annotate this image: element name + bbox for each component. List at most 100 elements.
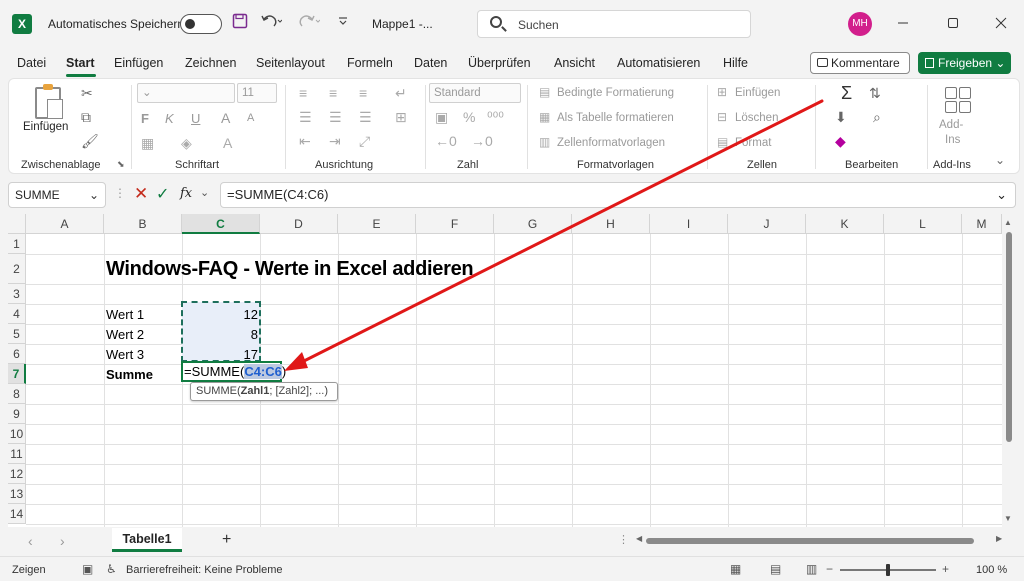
italic-button[interactable]: K [165,111,174,126]
percent-icon[interactable]: % [463,109,475,125]
accessibility-icon[interactable]: ♿ [106,562,117,576]
column-header[interactable]: H [572,214,650,234]
row-header[interactable]: 9 [8,404,26,424]
column-header[interactable]: D [260,214,338,234]
underline-button[interactable]: U [191,111,200,126]
add-ins-label-2[interactable]: Ins [945,134,960,146]
name-box[interactable]: SUMME ⌄ [8,182,106,208]
column-header[interactable]: C [182,214,260,234]
tab-einfuegen[interactable]: Einfügen [114,56,163,70]
borders-icon[interactable]: ▦ [141,135,154,152]
paste-icon[interactable] [35,84,63,119]
sort-filter-icon[interactable]: ⇅ [869,85,881,102]
share-button[interactable]: Freigeben ⌄ [918,52,1011,74]
format-cells-button[interactable]: Format [735,137,771,149]
maximize-icon[interactable] [941,12,965,36]
collapse-ribbon-icon[interactable]: ⌄ [995,153,1005,167]
tab-datei[interactable]: Datei [17,56,46,70]
zoom-in-icon[interactable]: + [942,562,949,576]
conditional-formatting-button[interactable]: Bedingte Formatierung [557,87,674,99]
font-family-dropdown[interactable]: ⌄ [137,83,235,103]
insert-function-icon[interactable]: fx [180,186,192,201]
comments-button[interactable]: Kommentare [810,52,910,74]
cell-c7-editor[interactable]: =SUMME(C4:C6) [184,364,286,379]
zoom-out-icon[interactable]: − [826,562,833,576]
fill-color-icon[interactable]: ◈ [181,135,192,152]
bold-button[interactable]: F [141,111,149,126]
scroll-right-icon[interactable]: ▶ [996,534,1002,543]
tab-split-icon[interactable]: ⋮ [618,533,629,546]
sheet-title-cell[interactable]: Windows-FAQ - Werte in Excel addieren [106,258,474,281]
customize-quick-access-icon[interactable] [338,13,348,34]
column-header[interactable]: F [416,214,494,234]
horizontal-scrollbar[interactable]: ◀ ▶ [636,534,1006,546]
row-header[interactable]: 10 [8,424,26,444]
column-header[interactable]: J [728,214,806,234]
row-header[interactable]: 6 [8,344,26,364]
orientation-icon[interactable]: ⤢ [359,133,370,150]
decrease-decimal-icon[interactable]: →0 [471,133,493,149]
column-header[interactable]: G [494,214,572,234]
sheet-tab-tabelle1[interactable]: Tabelle1 [112,528,182,552]
scroll-left-icon[interactable]: ◀ [636,534,642,543]
redo-icon[interactable] [298,13,321,34]
number-format-dropdown[interactable]: Standard [429,83,521,103]
copy-icon[interactable]: ⧉ [81,109,91,126]
cancel-icon[interactable]: ✕ [134,184,148,204]
column-header[interactable]: L [884,214,962,234]
increase-indent-icon[interactable]: ⇥ [329,133,341,150]
cell-b6[interactable]: Wert 3 [106,347,144,362]
format-as-table-button[interactable]: Als Tabelle formatieren [557,112,674,124]
align-top-icon[interactable]: ≡ [299,85,307,101]
tab-automatisieren[interactable]: Automatisieren [617,56,700,70]
vertical-scrollbar[interactable]: ▲ ▼ [1002,214,1016,527]
thousands-icon[interactable]: ⁰⁰⁰ [487,109,504,126]
align-right-icon[interactable]: ☰ [359,109,372,126]
font-size-dropdown[interactable]: 11 [237,83,277,103]
next-sheet-icon[interactable]: › [60,533,65,549]
document-title[interactable]: Mappe1 -... [372,17,433,31]
align-center-icon[interactable]: ☰ [329,109,342,126]
row-header[interactable]: 3 [8,284,26,304]
save-icon[interactable] [232,13,248,34]
row-header[interactable]: 4 [8,304,26,324]
macro-record-icon[interactable]: ▣ [82,562,93,576]
align-middle-icon[interactable]: ≡ [329,85,337,101]
row-header[interactable]: 7 [8,364,26,384]
tab-zeichnen[interactable]: Zeichnen [185,56,236,70]
zoom-level[interactable]: 100 % [976,564,1007,576]
function-tooltip[interactable]: SUMME(Zahl1; [Zahl2]; ...) [190,382,338,401]
chevron-down-icon[interactable]: ⌄ [200,186,209,199]
cell-b5[interactable]: Wert 2 [106,327,144,342]
delete-cells-button[interactable]: Löschen [735,112,778,124]
grow-font-button[interactable]: A [221,110,230,126]
increase-decimal-icon[interactable]: ←0 [435,133,457,149]
autosave-toggle[interactable] [180,14,222,34]
row-header[interactable]: 11 [8,444,26,464]
column-header[interactable]: E [338,214,416,234]
tab-hilfe[interactable]: Hilfe [723,56,748,70]
zoom-slider-knob[interactable] [886,564,890,576]
column-header[interactable]: M [962,214,1002,234]
column-header[interactable]: I [650,214,728,234]
normal-view-icon[interactable]: ▦ [730,562,741,576]
fill-icon[interactable]: ⬇ [835,109,847,126]
zoom-slider[interactable] [840,564,936,576]
tab-daten[interactable]: Daten [414,56,447,70]
font-color-icon[interactable]: A [223,135,232,151]
insert-cells-button[interactable]: Einfügen [735,87,780,99]
row-header[interactable]: 8 [8,384,26,404]
autosum-icon[interactable]: Σ [841,83,852,104]
row-header[interactable]: 5 [8,324,26,344]
close-icon[interactable] [989,12,1013,36]
row-header[interactable]: 14 [8,504,26,524]
row-header[interactable]: 1 [8,234,26,254]
enter-icon[interactable]: ✓ [156,184,169,204]
tab-ansicht[interactable]: Ansicht [554,56,595,70]
scroll-down-icon[interactable]: ▼ [1004,514,1012,523]
tab-seitenlayout[interactable]: Seitenlayout [256,56,325,70]
add-ins-label-1[interactable]: Add- [939,119,963,131]
cell-b7[interactable]: Summe [106,367,153,382]
wrap-text-icon[interactable]: ↵ [395,85,407,102]
tab-start[interactable]: Start [66,56,94,70]
